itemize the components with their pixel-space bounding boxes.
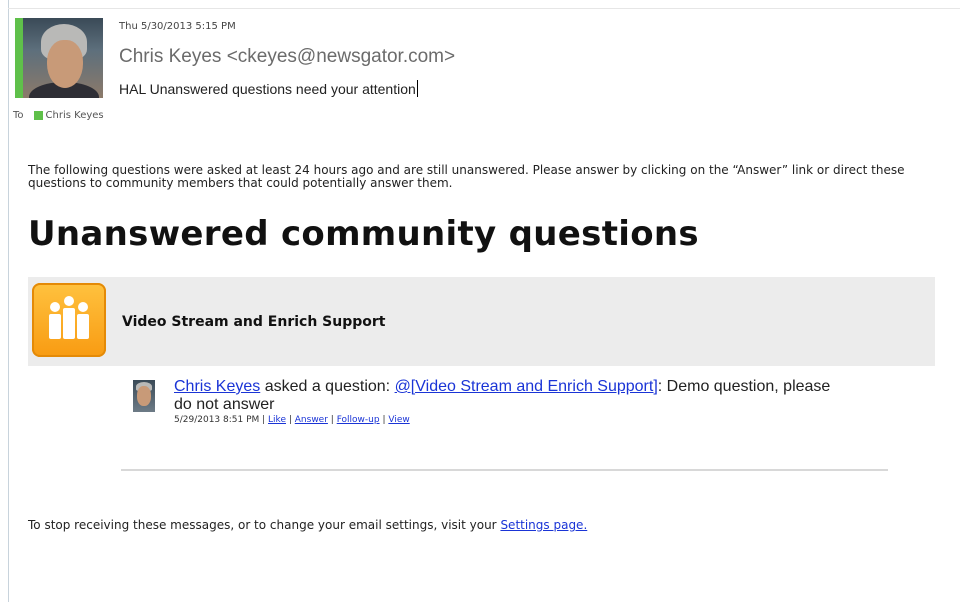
section-divider (121, 469, 888, 471)
asked-text: asked a question: (260, 378, 395, 395)
separator: | (259, 415, 269, 425)
subject-line[interactable]: HAL Unanswered questions need your atten… (119, 80, 418, 97)
like-link[interactable]: Like (268, 415, 286, 425)
reading-pane-left-border (8, 0, 9, 602)
follow-up-link[interactable]: Follow-up (337, 415, 380, 425)
presence-status-icon (33, 111, 43, 120)
sender-name[interactable]: Chris Keyes <ckeyes@newsgator.com> (119, 46, 455, 68)
community-people-icon (32, 283, 106, 357)
view-link[interactable]: View (388, 415, 409, 425)
community-mention-link[interactable]: @[Video Stream and Enrich Support] (395, 378, 658, 395)
community-name: Video Stream and Enrich Support (122, 314, 386, 330)
author-link[interactable]: Chris Keyes (174, 378, 260, 395)
message-header: Thu 5/30/2013 5:15 PM Chris Keyes <ckeye… (15, 18, 955, 118)
text-caret (416, 80, 418, 97)
post-timestamp: 5/29/2013 8:51 PM (174, 415, 260, 425)
recipients-row: To Chris Keyes (13, 110, 104, 121)
sender-avatar[interactable] (23, 18, 103, 98)
answer-link[interactable]: Answer (295, 415, 328, 425)
question-body: Chris Keyes asked a question: @[Video St… (174, 378, 834, 426)
footer-note: To stop receiving these messages, or to … (28, 518, 587, 532)
community-header: Video Stream and Enrich Support (28, 277, 935, 366)
intro-paragraph: The following questions were asked at le… (28, 163, 905, 190)
subject-text: HAL Unanswered questions need your atten… (119, 81, 416, 97)
settings-page-link[interactable]: Settings page. (500, 518, 587, 532)
author-avatar[interactable] (133, 380, 155, 412)
sent-date: Thu 5/30/2013 5:15 PM (119, 21, 236, 32)
separator: | (327, 415, 337, 425)
presence-status-bar (15, 18, 23, 98)
recipient-name[interactable]: Chris Keyes (46, 110, 104, 121)
footer-text: To stop receiving these messages, or to … (28, 518, 501, 532)
post-meta: 5/29/2013 8:51 PM | Like | Answer | Foll… (174, 414, 834, 426)
separator: | (286, 415, 295, 425)
to-label: To (13, 110, 24, 121)
reading-pane-top-border (8, 8, 960, 9)
page-heading: Unanswered community questions (28, 214, 699, 254)
